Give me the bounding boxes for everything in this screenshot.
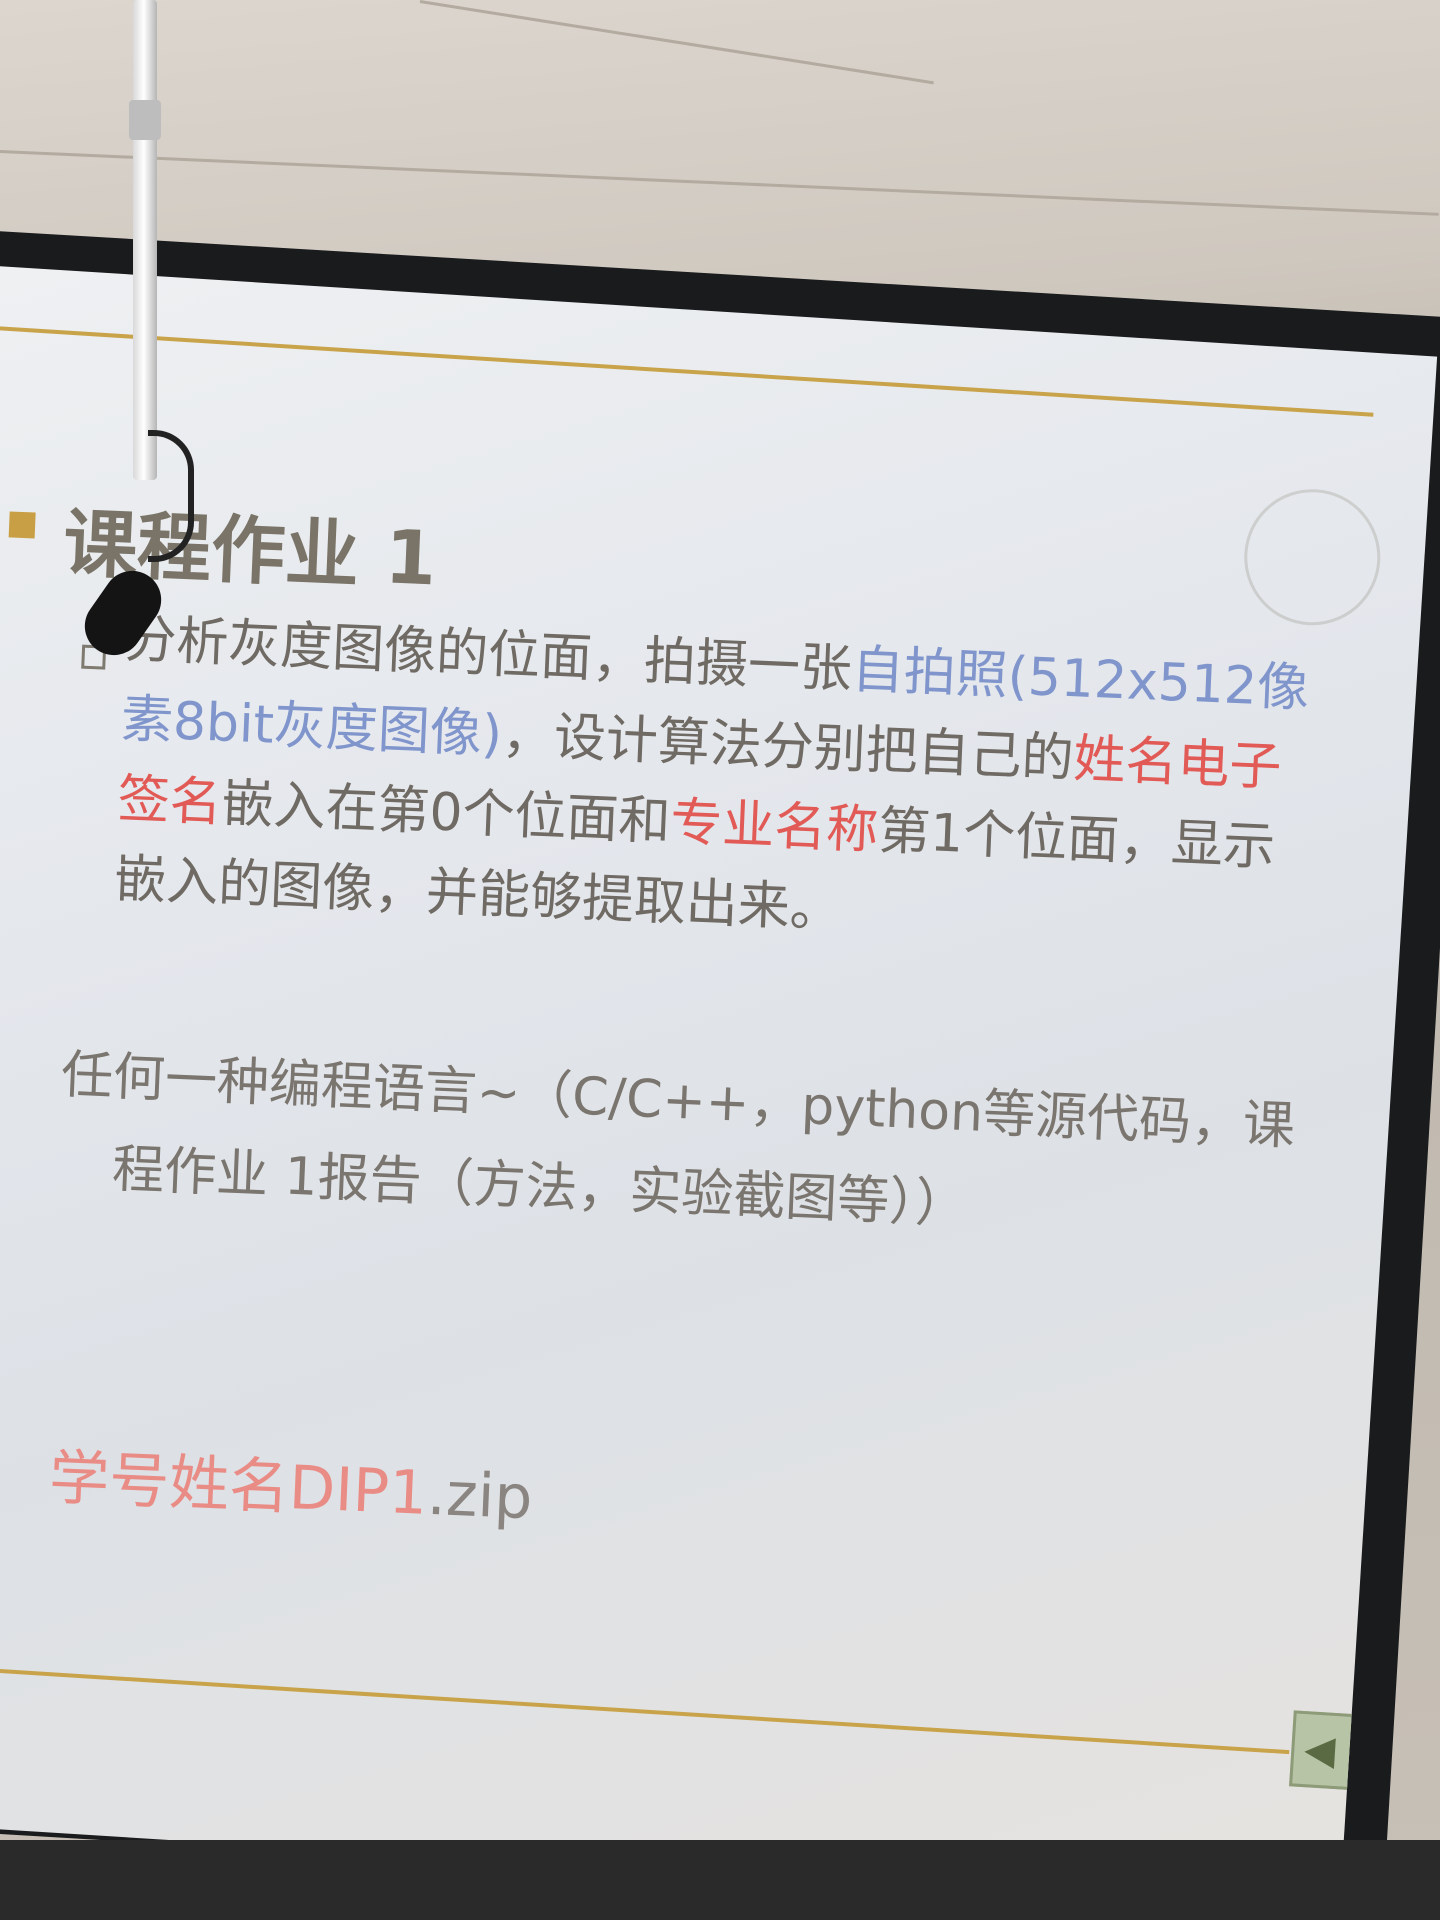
ceiling-seam [419, 0, 934, 85]
task-text: ，设计算法分别把自己的 [500, 705, 1075, 790]
task-highlight-red: 签名 [116, 769, 223, 834]
hanging-microphone-rod [133, 0, 157, 480]
microphone-joint [129, 100, 161, 140]
slide-content: 课程作业 1 分析灰度图像的位面，拍摄一张自拍照(512x512像 素8bit灰… [0, 265, 1437, 1885]
ceiling-seam [0, 150, 1439, 216]
back-arrow-icon: ◀ [1302, 1726, 1337, 1774]
submission-extension: .zip [425, 1458, 534, 1534]
task-highlight-blue: 素8bit灰度图像) [119, 689, 504, 766]
projector-screen: 课程作业 1 分析灰度图像的位面，拍摄一张自拍照(512x512像 素8bit灰… [0, 265, 1438, 1914]
title-bullet-icon [8, 511, 36, 539]
task-text: 嵌入在第0个位面和 [220, 773, 672, 853]
submission-name: 学号姓名DIP1 [47, 1442, 429, 1529]
task-text: 第1个位面，显示 [876, 801, 1277, 878]
task-highlight-red: 姓名电子 [1072, 729, 1283, 798]
task-highlight-blue: 自拍照(512x512像 [850, 639, 1311, 719]
task-highlight-red: 专业名称 [669, 792, 880, 862]
submission-filename: 学号姓名DIP1.zip [48, 1429, 535, 1536]
microphone-cable [148, 430, 194, 562]
bottom-shadow [0, 1840, 1440, 1920]
